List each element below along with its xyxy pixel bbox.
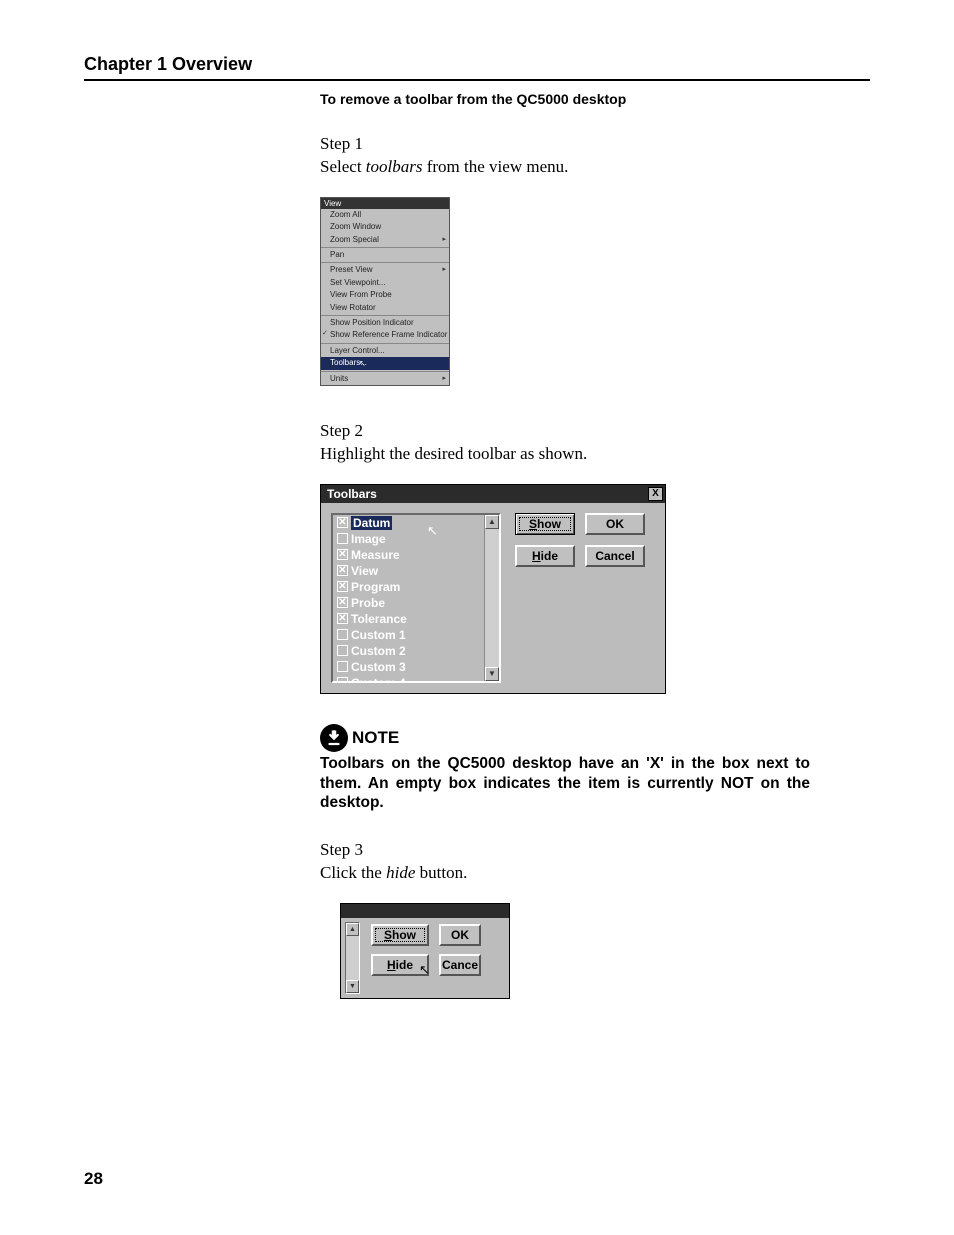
view-menu-title: View — [321, 198, 449, 209]
list-item-label: Image — [351, 532, 386, 546]
step2-label: Step 2 — [320, 420, 870, 443]
dialog-title-text: Toolbars — [327, 487, 377, 501]
checkbox-icon[interactable]: ✕ — [337, 517, 348, 528]
ok-button[interactable]: OK — [439, 924, 481, 946]
checkbox-icon[interactable]: ✕ — [337, 565, 348, 576]
checkbox-icon[interactable]: ✕ — [337, 581, 348, 592]
section-title: To remove a toolbar from the QC5000 desk… — [320, 91, 870, 107]
step1-block: Step 1 Select toolbars from the view men… — [320, 133, 870, 179]
menu-item[interactable]: Zoom Window — [321, 221, 449, 233]
toolbars-dialog-figure: Toolbars X ✕DatumImage✕Measure✕View✕Prog… — [320, 484, 870, 694]
checkbox-icon[interactable]: ✕ — [337, 597, 348, 608]
menu-item[interactable]: Show Reference Frame Indicator — [321, 329, 449, 341]
view-menu-figure: View Zoom AllZoom WindowZoom Special Pan P… — [320, 197, 450, 386]
menu-item[interactable]: Preset View — [321, 264, 449, 276]
step1-label: Step 1 — [320, 133, 870, 156]
step1-text-b: from the view menu. — [422, 157, 568, 176]
hide-button-figure: ▲ ▼ Show OK Hide Cance ↖ — [340, 903, 510, 999]
list-item[interactable]: ✕Measure — [333, 547, 499, 563]
chapter-header: Chapter 1 Overview — [84, 54, 870, 81]
toolbars-listbox[interactable]: ✕DatumImage✕Measure✕View✕Program✕Probe✕T… — [331, 513, 501, 683]
scroll-up-icon[interactable]: ▲ — [346, 923, 359, 936]
list-item[interactable]: ✕Probe — [333, 595, 499, 611]
step3-text: Click the hide button. — [320, 862, 870, 885]
step3-text-a: Click the — [320, 863, 386, 882]
list-item[interactable]: ✕Datum — [333, 515, 499, 531]
list-item-label: Custom 2 — [351, 644, 406, 658]
scroll-down-icon[interactable]: ▼ — [346, 980, 359, 993]
ok-button[interactable]: OK — [585, 513, 645, 535]
step1-text-italic: toolbars — [366, 157, 423, 176]
hide-button[interactable]: Hide — [515, 545, 575, 567]
list-item-label: Custom 3 — [351, 660, 406, 674]
list-item[interactable]: Custom 3 — [333, 659, 499, 675]
checkbox-icon[interactable] — [337, 629, 348, 640]
list-item[interactable]: Custom 4 — [333, 675, 499, 683]
list-item[interactable]: ✕Tolerance — [333, 611, 499, 627]
menu-item[interactable]: Zoom All — [321, 209, 449, 221]
list-item[interactable]: Custom 2 — [333, 643, 499, 659]
step2-block: Step 2 Highlight the desired toolbar as … — [320, 420, 870, 466]
list-item-label: View — [351, 564, 378, 578]
cancel-button[interactable]: Cance — [439, 954, 481, 976]
scroll-up-icon[interactable]: ▲ — [485, 515, 499, 529]
list-item-label: Program — [351, 580, 400, 594]
checkbox-icon[interactable] — [337, 645, 348, 656]
menu-item[interactable]: Set Viewpoint... — [321, 277, 449, 289]
note-label: NOTE — [352, 728, 399, 748]
page-number: 28 — [84, 1169, 103, 1189]
checkbox-icon[interactable]: ✕ — [337, 549, 348, 560]
list-item[interactable]: Image — [333, 531, 499, 547]
step3-label: Step 3 — [320, 839, 870, 862]
list-item-label: Custom 4 — [351, 676, 406, 683]
checkbox-icon[interactable] — [337, 661, 348, 672]
list-item-label: Datum — [351, 516, 392, 530]
menu-item[interactable]: Zoom Special — [321, 234, 449, 246]
checkbox-icon[interactable]: ✕ — [337, 613, 348, 624]
cursor-icon: ↖ — [427, 523, 438, 539]
checkbox-icon[interactable] — [337, 533, 348, 544]
menu-item[interactable]: Toolbars...↖ — [321, 357, 449, 369]
list-item[interactable]: ✕View — [333, 563, 499, 579]
cancel-button[interactable]: Cancel — [585, 545, 645, 567]
cursor-icon: ↖ — [419, 962, 430, 978]
listbox-scrollbar[interactable]: ▲ ▼ — [484, 515, 499, 681]
show-button[interactable]: Show — [371, 924, 429, 946]
show-button[interactable]: Show — [515, 513, 575, 535]
note-text: Toolbars on the QC5000 desktop have an '… — [320, 754, 810, 813]
step3-block: Step 3 Click the hide button. — [320, 839, 870, 885]
list-item[interactable]: Custom 1 — [333, 627, 499, 643]
cursor-icon: ↖ — [359, 359, 366, 369]
list-item[interactable]: ✕Program — [333, 579, 499, 595]
close-icon[interactable]: X — [648, 487, 663, 501]
step1-text: Select toolbars from the view menu. — [320, 156, 870, 179]
menu-item[interactable]: View From Probe — [321, 289, 449, 301]
note-arrow-icon — [320, 724, 348, 752]
scroll-down-icon[interactable]: ▼ — [485, 667, 499, 681]
list-item-label: Tolerance — [351, 612, 407, 626]
step1-text-a: Select — [320, 157, 366, 176]
menu-item[interactable]: Layer Control... — [321, 345, 449, 357]
checkbox-icon[interactable] — [337, 677, 348, 683]
menu-item[interactable]: Units — [321, 373, 449, 385]
menu-item[interactable]: Pan — [321, 249, 449, 261]
list-item-label: Probe — [351, 596, 385, 610]
step3-text-italic: hide — [386, 863, 415, 882]
menu-item[interactable]: View Rotator — [321, 302, 449, 314]
step3-text-b: button. — [415, 863, 467, 882]
note-block: NOTE Toolbars on the QC5000 desktop have… — [320, 724, 810, 813]
list-item-label: Custom 1 — [351, 628, 406, 642]
step2-text: Highlight the desired toolbar as shown. — [320, 443, 870, 466]
dialog-titlebar: Toolbars X — [321, 485, 665, 503]
menu-item[interactable]: Show Position Indicator — [321, 317, 449, 329]
fig3-scrollbar[interactable]: ▲ ▼ — [345, 922, 360, 994]
list-item-label: Measure — [351, 548, 400, 562]
